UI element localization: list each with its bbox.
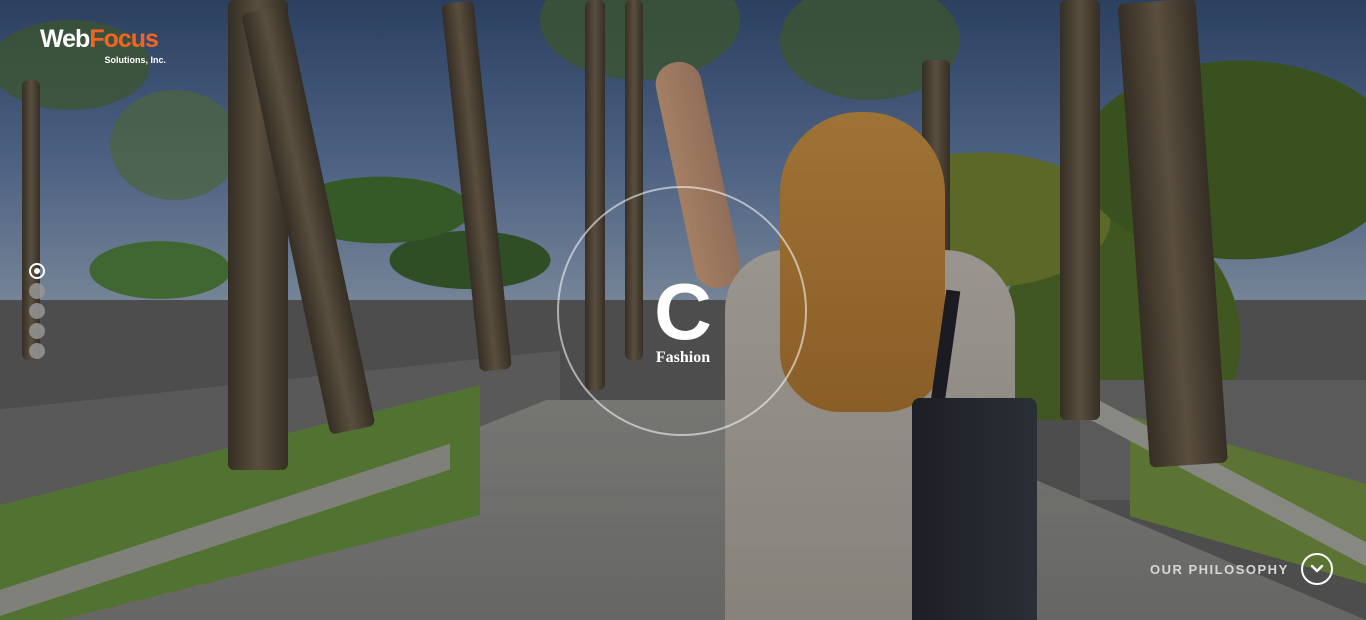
emblem-label: Fashion	[655, 349, 711, 366]
slide-pagination	[29, 263, 47, 363]
slide-dot[interactable]	[29, 303, 45, 319]
scroll-down-button[interactable]	[1300, 553, 1333, 585]
slide-dot[interactable]	[29, 283, 45, 299]
slide-dot[interactable]	[29, 323, 45, 339]
logo-word-web: Web	[40, 25, 90, 53]
our-philosophy-link[interactable]: OUR PHILOSOPHY	[1150, 552, 1333, 586]
company-logo[interactable]: WebFocus Solutions, Inc.	[40, 24, 170, 70]
our-philosophy-label: OUR PHILOSOPHY	[1150, 561, 1289, 577]
emblem-letter: C	[654, 267, 712, 356]
logo-wordmark: WebFocus	[40, 24, 170, 54]
slide-dot[interactable]	[29, 263, 45, 279]
chevron-down-icon	[1310, 564, 1323, 573]
logo-subline: Solutions, Inc.	[104, 55, 166, 65]
slide-dot[interactable]	[29, 343, 45, 359]
logo-word-focus: Focus	[89, 25, 159, 53]
